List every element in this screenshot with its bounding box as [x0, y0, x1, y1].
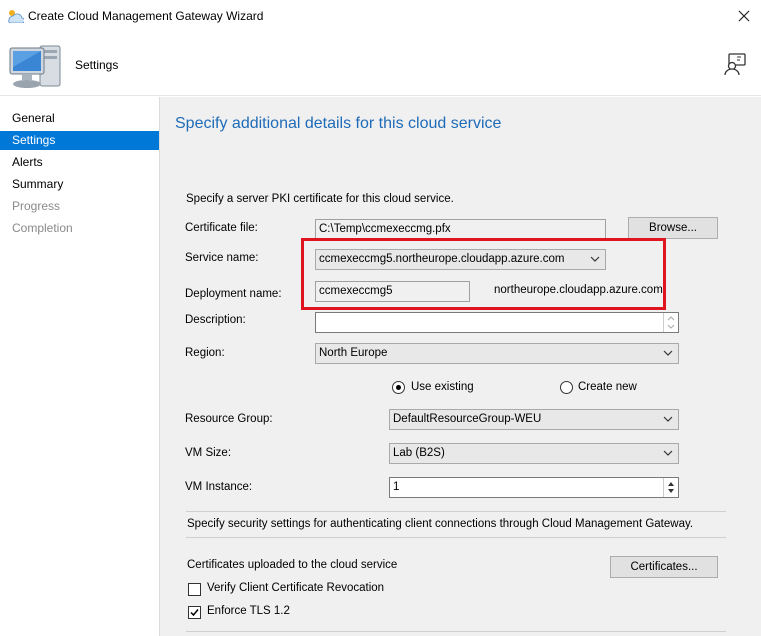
chevron-down-icon: [663, 450, 673, 456]
wizard-step-nav: General Settings Alerts Summary Progress…: [0, 97, 160, 636]
nav-item-label: Settings: [12, 133, 56, 147]
wizard-app-icon: [8, 10, 24, 23]
deployment-name-label: Deployment name:: [185, 288, 282, 300]
spin-arrows-icon: [668, 482, 674, 493]
resource-group-value: DefaultResourceGroup-WEU: [393, 413, 542, 425]
section-divider: [186, 511, 726, 512]
use-existing-radio[interactable]: [392, 381, 405, 394]
chevron-down-icon: [663, 350, 673, 356]
title-bar: Create Cloud Management Gateway Wizard: [0, 0, 761, 32]
nav-item-label: General: [12, 111, 55, 125]
highlight-annotation: [301, 238, 666, 310]
page-heading: Specify additional details for this clou…: [175, 115, 502, 132]
security-intro-text: Specify security settings for authentica…: [187, 518, 694, 530]
description-label: Description:: [185, 314, 246, 326]
chevron-down-icon: [663, 416, 673, 422]
create-new-radio[interactable]: [560, 381, 573, 394]
use-existing-label: Use existing: [411, 381, 474, 393]
nav-item-general[interactable]: General: [0, 109, 159, 128]
window-title: Create Cloud Management Gateway Wizard: [28, 9, 264, 23]
section-divider: [186, 631, 726, 632]
description-field[interactable]: [315, 312, 679, 333]
vm-instance-value: 1: [393, 481, 400, 493]
certificates-button[interactable]: Certificates...: [610, 556, 718, 578]
certificate-file-field[interactable]: C:\Temp\ccmexeccmg.pfx: [315, 219, 606, 240]
enforce-tls-label: Enforce TLS 1.2: [207, 605, 290, 617]
pki-intro-text: Specify a server PKI certificate for thi…: [186, 193, 454, 205]
verify-revocation-label: Verify Client Certificate Revocation: [207, 582, 385, 594]
computer-icon: [9, 45, 61, 88]
vm-size-value: Lab (B2S): [393, 447, 445, 459]
vm-instance-stepper[interactable]: 1: [389, 477, 679, 498]
browse-button[interactable]: Browse...: [628, 217, 718, 239]
vm-instance-label: VM Instance:: [185, 481, 253, 493]
close-icon: [738, 10, 750, 22]
nav-item-alerts[interactable]: Alerts: [0, 153, 159, 172]
nav-item-label: Completion: [12, 221, 73, 235]
nav-item-label: Alerts: [12, 155, 43, 169]
nav-item-completion: Completion: [0, 219, 159, 238]
close-button[interactable]: [733, 5, 755, 27]
nav-item-label: Summary: [12, 177, 64, 191]
nav-item-progress: Progress: [0, 197, 159, 216]
certificate-file-label: Certificate file:: [185, 222, 258, 234]
enforce-tls-checkbox[interactable]: [188, 606, 201, 619]
checkmark-icon: [190, 609, 199, 617]
region-label: Region:: [185, 347, 225, 359]
step-title: Settings: [75, 58, 119, 72]
create-new-label: Create new: [578, 381, 637, 393]
section-divider: [186, 537, 726, 538]
description-scrollbar[interactable]: [663, 313, 678, 332]
region-value: North Europe: [319, 347, 388, 359]
vm-instance-spin-buttons[interactable]: [663, 478, 678, 497]
service-name-label: Service name:: [185, 252, 259, 264]
help-user-icon[interactable]: [723, 52, 747, 76]
certificates-uploaded-label: Certificates uploaded to the cloud servi…: [187, 559, 398, 571]
scroll-arrows-icon: [667, 316, 675, 329]
vm-size-label: VM Size:: [185, 447, 232, 459]
vm-size-dropdown[interactable]: Lab (B2S): [389, 443, 679, 464]
resource-group-dropdown[interactable]: DefaultResourceGroup-WEU: [389, 409, 679, 430]
nav-item-label: Progress: [12, 199, 61, 213]
settings-panel: Specify additional details for this clou…: [160, 97, 761, 636]
nav-item-settings[interactable]: Settings: [0, 131, 159, 150]
verify-revocation-checkbox[interactable]: [188, 583, 201, 596]
nav-item-summary[interactable]: Summary: [0, 175, 159, 194]
region-dropdown[interactable]: North Europe: [315, 343, 679, 364]
resource-group-label: Resource Group:: [185, 413, 273, 425]
wizard-header: Settings: [0, 32, 761, 96]
